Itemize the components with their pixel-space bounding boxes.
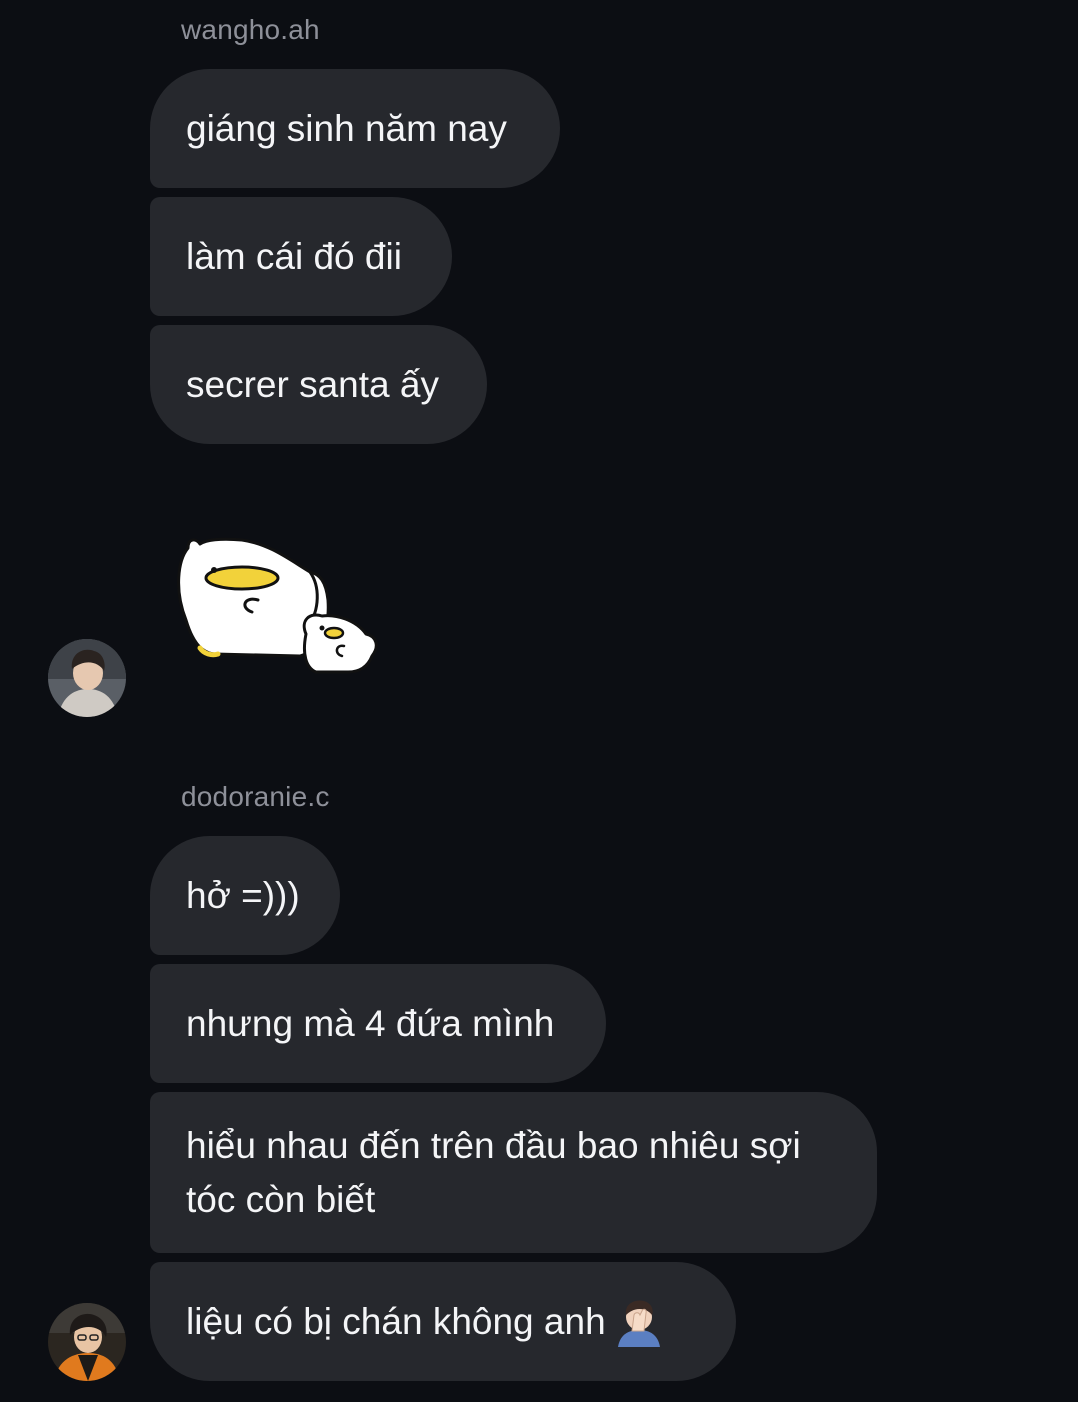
message-text: nhưng mà 4 đứa mình <box>186 1002 555 1044</box>
duck-sticker[interactable] <box>170 530 390 690</box>
message-text: liệu có bị chán không anh <box>186 1300 606 1342</box>
message-bubble[interactable]: làm cái đó đii <box>150 197 452 316</box>
message-bubble[interactable]: nhưng mà 4 đứa mình <box>150 964 606 1083</box>
sender-name[interactable]: wangho.ah <box>181 14 320 46</box>
message-text: giáng sinh năm nay <box>186 107 507 149</box>
message-bubble[interactable]: giáng sinh năm nay <box>150 69 560 188</box>
message-text: làm cái đó đii <box>186 235 402 277</box>
avatar[interactable] <box>48 639 126 717</box>
message-bubble[interactable]: hiểu nhau đến trên đầu bao nhiêu sợi tóc… <box>150 1092 877 1253</box>
message-text: hở =))) <box>186 874 300 916</box>
message-text: secrer santa ấy <box>186 363 439 405</box>
avatar-photo <box>48 1303 126 1381</box>
facepalm-emoji <box>617 1300 660 1347</box>
message-text: hiểu nhau đến trên đầu bao nhiêu sợi tóc… <box>186 1124 801 1220</box>
avatar[interactable] <box>48 1303 126 1381</box>
message-bubble[interactable]: liệu có bị chán không anh <box>150 1262 736 1381</box>
avatar-photo <box>48 639 126 717</box>
message-bubble[interactable]: secrer santa ấy <box>150 325 487 444</box>
message-bubble[interactable]: hở =))) <box>150 836 340 955</box>
sender-name[interactable]: dodoranie.c <box>181 781 330 813</box>
